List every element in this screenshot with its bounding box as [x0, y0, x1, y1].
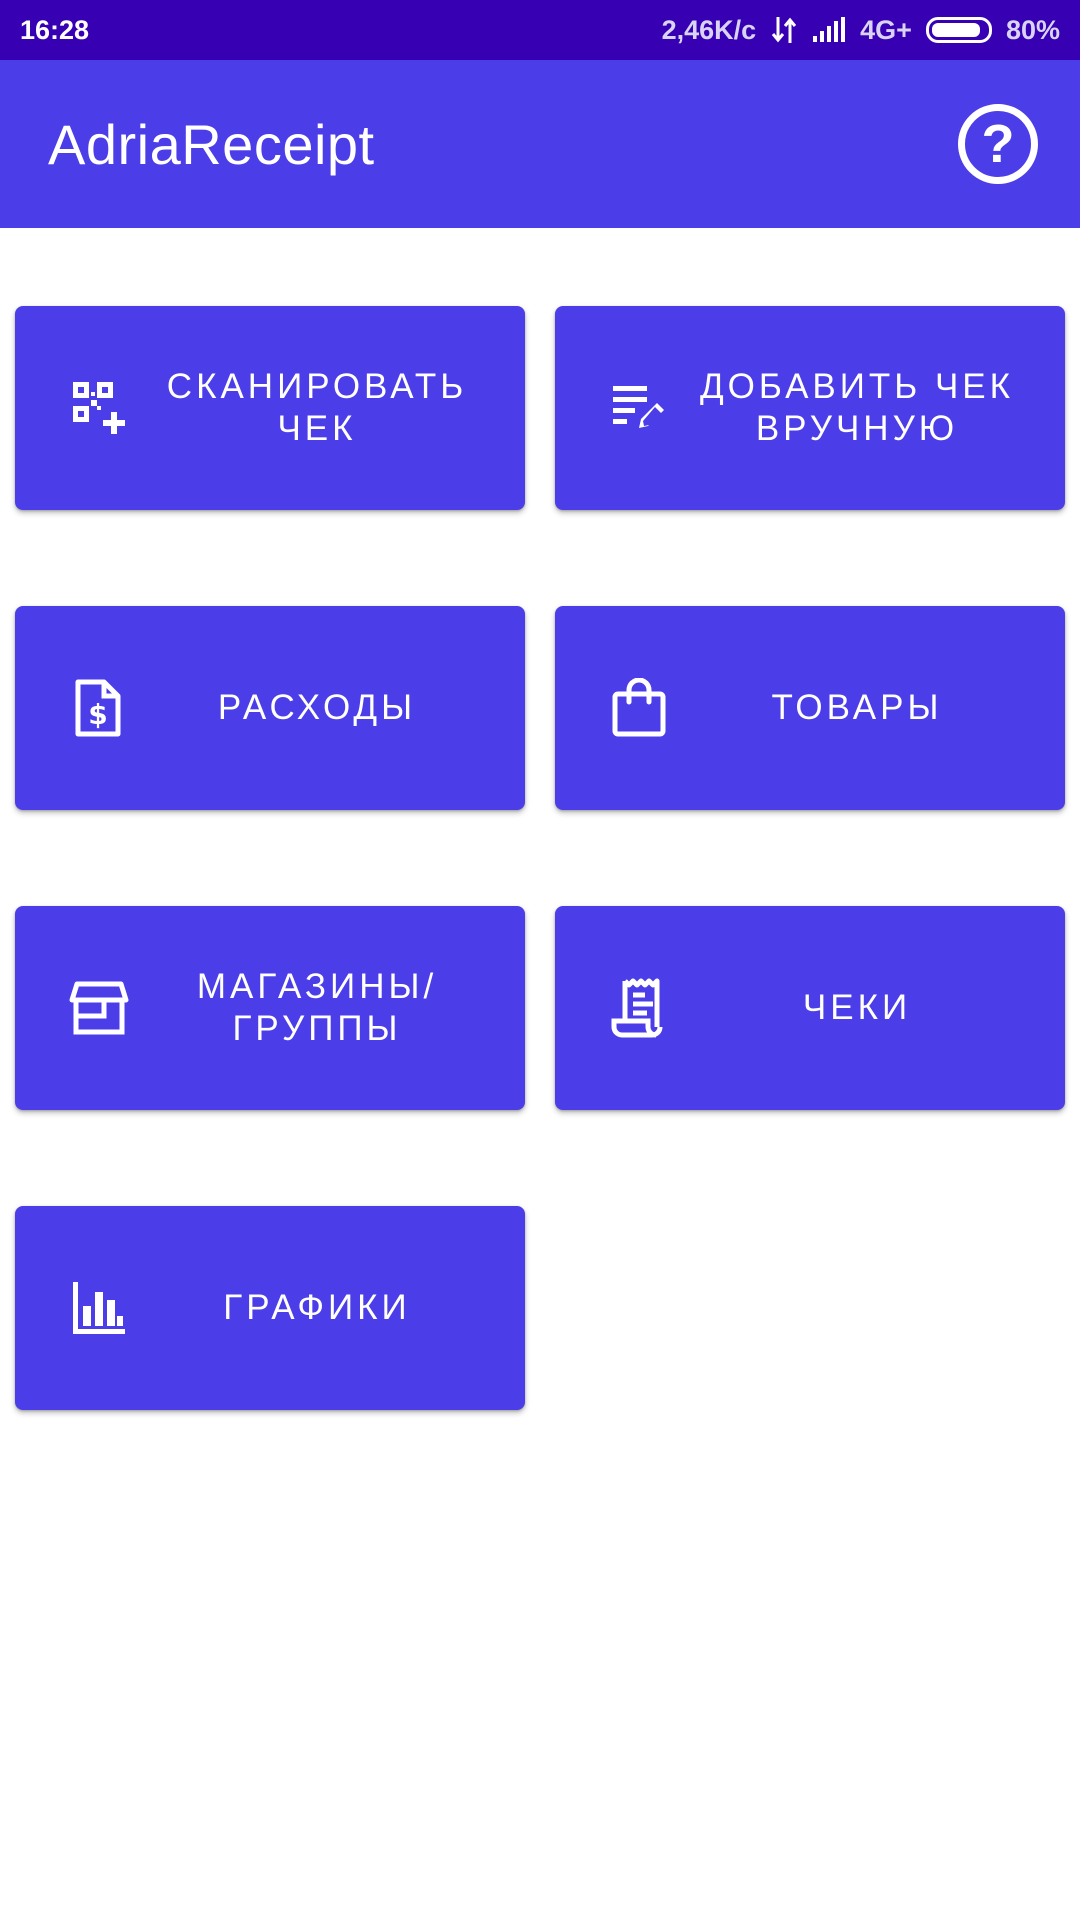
receipts-button[interactable]: ЧЕКИ — [555, 906, 1065, 1110]
receipts-label: ЧЕКИ — [802, 988, 912, 1027]
products-button[interactable]: ТОВАРЫ — [555, 606, 1065, 810]
svg-text:$: $ — [88, 698, 107, 731]
charts-label: ГРАФИКИ — [223, 1288, 411, 1327]
scan-receipt-label: СКАНИРОВАТЬ ЧЕК — [166, 367, 468, 448]
edit-list-icon — [609, 378, 669, 438]
store-icon — [69, 978, 129, 1038]
add-receipt-manually-label: ДОБАВИТЬ ЧЕК ВРУЧНУЮ — [699, 367, 1015, 448]
add-receipt-manually-button[interactable]: ДОБАВИТЬ ЧЕК ВРУЧНУЮ — [555, 306, 1065, 510]
charts-button[interactable]: ГРАФИКИ — [15, 1206, 525, 1410]
status-time: 16:28 — [20, 14, 90, 45]
receipt-icon — [609, 978, 669, 1038]
battery-level: 80% — [1005, 14, 1060, 45]
dollar-document-icon: $ — [69, 678, 129, 738]
data-transfer-icon — [770, 15, 798, 45]
network-type: 4G+ — [860, 14, 912, 45]
expenses-label: РАСХОДЫ — [217, 688, 417, 727]
signal-icon — [812, 17, 846, 43]
bar-chart-icon — [69, 1278, 129, 1338]
net-speed: 2,46K/c — [661, 14, 757, 45]
status-bar: 16:28 2,46K/c 4G+ 80% — [0, 0, 1080, 60]
menu-grid: СКАНИРОВАТЬ ЧЕК ДОБАВИТЬ ЧЕК ВРУЧНУЮ $ Р… — [15, 306, 1065, 1410]
battery-icon — [925, 17, 992, 43]
scan-receipt-button[interactable]: СКАНИРОВАТЬ ЧЕК — [15, 306, 525, 510]
app-bar: AdriaReceipt ? — [0, 60, 1080, 228]
help-button[interactable]: ? — [958, 104, 1038, 184]
shopping-bag-icon — [609, 678, 669, 738]
expenses-button[interactable]: $ РАСХОДЫ — [15, 606, 525, 810]
status-indicators: 2,46K/c 4G+ 80% — [662, 15, 1060, 46]
stores-groups-button[interactable]: МАГАЗИНЫ/ ГРУППЫ — [15, 906, 525, 1110]
products-label: ТОВАРЫ — [771, 688, 943, 727]
help-circle-icon: ? — [981, 114, 1015, 174]
app-title: AdriaReceipt — [48, 112, 375, 176]
qr-add-icon — [69, 378, 129, 438]
stores-groups-label: МАГАЗИНЫ/ ГРУППЫ — [196, 967, 438, 1048]
